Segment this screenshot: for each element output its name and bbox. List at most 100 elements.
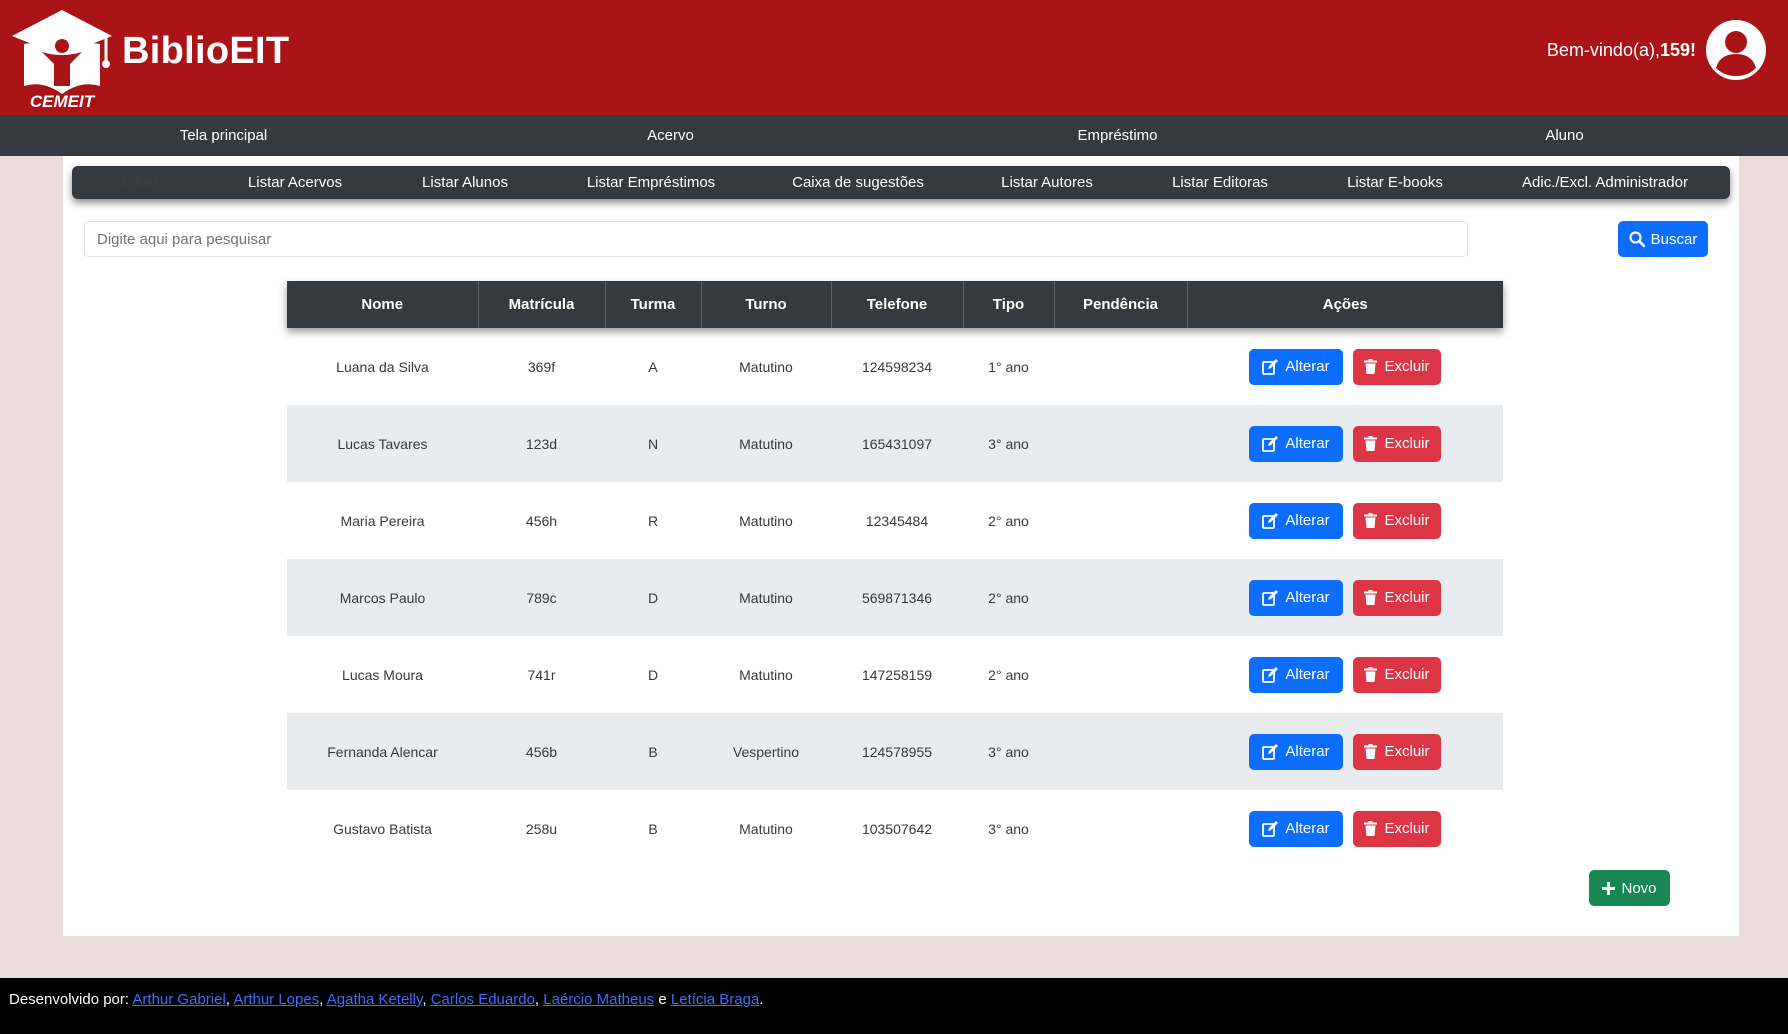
excluir-button[interactable]: Excluir [1353, 502, 1441, 539]
subnav-listar-alunos[interactable]: Listar Alunos [422, 166, 508, 199]
search-button[interactable]: Buscar [1618, 221, 1708, 257]
subnav-inicio[interactable]: Início [122, 166, 158, 199]
footer: Desenvolvido por: Arthur Gabriel, Arthur… [0, 978, 1788, 1034]
cell-nome: Fernanda Alencar [287, 713, 478, 790]
excluir-label: Excluir [1384, 589, 1430, 606]
table-row: Lucas Moura 741r D Matutino 147258159 2° ano A… [287, 636, 1503, 713]
alterar-button[interactable]: Alterar [1249, 656, 1343, 693]
cell-pendencia [1054, 482, 1187, 559]
table-row: Gustavo Batista 258u B Matutino 103507642 3° … [287, 790, 1503, 867]
cell-matricula: 789c [478, 559, 605, 636]
alterar-button[interactable]: Alterar [1249, 810, 1343, 847]
cell-acoes: Alterar Excluir [1187, 790, 1503, 867]
subnav-listar-ebooks[interactable]: Listar E-books [1347, 166, 1443, 199]
cell-nome: Gustavo Batista [333, 820, 432, 837]
col-header: Turma [604, 281, 701, 328]
table-row: Maria Pereira 456h R Matutino 12345484 2° ano… [287, 482, 1503, 559]
content-panel: Início Listar Acervos Listar Alunos List… [63, 156, 1739, 936]
cell-telefone: 124578955 [831, 713, 963, 790]
excluir-button[interactable]: Excluir [1353, 579, 1441, 616]
cell-pendencia [1054, 559, 1187, 636]
excluir-label: Excluir [1384, 512, 1430, 529]
cell-acoes: Alterar Excluir [1187, 713, 1503, 790]
students-table: Nome Matrícula Turma Turno Telefone Tipo… [287, 281, 1503, 867]
footer-prefix: Desenvolvido por: [9, 991, 130, 1008]
cell-telefone: 12345484 [865, 512, 929, 529]
cell-turno: Matutino [701, 405, 831, 482]
alterar-button[interactable]: Alterar [1249, 579, 1343, 616]
cell-nome: Luana da Silva [336, 358, 429, 375]
subnav-listar-acervos[interactable]: Listar Acervos [248, 166, 342, 199]
excluir-button[interactable]: Excluir [1353, 733, 1441, 770]
footer-link-dev[interactable]: Agatha Ketelly [327, 991, 423, 1008]
excluir-button[interactable]: Excluir [1353, 348, 1441, 385]
cell-turma: A [648, 358, 658, 375]
trash-icon [1364, 436, 1378, 451]
cell-turma: B [648, 820, 658, 837]
subnav-listar-editoras[interactable]: Listar Editoras [1172, 166, 1268, 199]
table-header-row: Nome Matrícula Turma Turno Telefone Tipo… [287, 281, 1503, 328]
footer-link-dev[interactable]: Letícia Braga [671, 991, 759, 1008]
nav-aluno[interactable]: Aluno [1341, 115, 1788, 156]
search-input[interactable] [84, 221, 1468, 257]
nav-emprestimo[interactable]: Empréstimo [894, 115, 1341, 156]
cell-turno: Matutino [739, 820, 793, 837]
cell-turma: D [647, 666, 659, 683]
col-header: Pendência [1053, 281, 1187, 328]
search-button-label: Buscar [1650, 230, 1698, 248]
cell-acoes: Alterar Excluir [1187, 482, 1503, 559]
footer-link-dev[interactable]: Laércio Matheus [543, 991, 654, 1008]
cell-nome: Lucas Tavares [287, 405, 478, 482]
footer-link-dev[interactable]: Arthur Lopes [233, 991, 319, 1008]
excluir-label: Excluir [1384, 666, 1430, 683]
alterar-button[interactable]: Alterar [1249, 425, 1343, 462]
subnav-caixa-sugestoes[interactable]: Caixa de sugestões [792, 166, 924, 199]
cell-acoes: Alterar Excluir [1187, 636, 1503, 713]
alterar-label: Alterar [1285, 358, 1330, 375]
nav-acervo[interactable]: Acervo [447, 115, 894, 156]
user-avatar-icon[interactable] [1706, 20, 1766, 80]
cell-pendencia [1054, 328, 1187, 405]
edit-icon [1262, 743, 1279, 760]
col-header: Matrícula [477, 281, 605, 328]
cemeit-logo: CEMEIT [12, 10, 112, 110]
subnav-listar-emprestimos[interactable]: Listar Empréstimos [587, 166, 715, 199]
subnav-listar-autores[interactable]: Listar Autores [1001, 166, 1093, 199]
cell-turno: Matutino [739, 666, 793, 683]
alterar-button[interactable]: Alterar [1249, 733, 1343, 770]
col-header: Ações [1186, 281, 1503, 328]
cell-tipo: 2° ano [988, 512, 1029, 529]
cell-matricula: 369f [527, 358, 556, 375]
alterar-button[interactable]: Alterar [1249, 348, 1343, 385]
edit-icon [1262, 820, 1279, 837]
alterar-button[interactable]: Alterar [1249, 502, 1343, 539]
col-header: Telefone [830, 281, 963, 328]
trash-icon [1364, 744, 1378, 759]
trash-icon [1364, 590, 1378, 605]
cell-tipo: 1° ano [988, 358, 1029, 375]
plus-icon [1602, 881, 1616, 895]
excluir-button[interactable]: Excluir [1353, 425, 1441, 462]
cell-turma: N [605, 405, 701, 482]
footer-link-dev[interactable]: Carlos Eduardo [431, 991, 535, 1008]
cell-matricula: 456h [525, 512, 558, 529]
nav-tela-principal[interactable]: Tela principal [0, 115, 447, 156]
cell-matricula: 741r [527, 666, 556, 683]
edit-icon [1262, 512, 1279, 529]
alterar-label: Alterar [1285, 512, 1330, 529]
cell-pendencia [1054, 713, 1187, 790]
cell-nome: Lucas Moura [342, 666, 423, 683]
cell-acoes: Alterar Excluir [1187, 405, 1503, 482]
subnav-adic-excl-admin[interactable]: Adic./Excl. Administrador [1522, 166, 1688, 199]
footer-link-dev[interactable]: Arthur Gabriel [132, 991, 225, 1008]
col-header: Tipo [962, 281, 1054, 328]
edit-icon [1262, 666, 1279, 683]
welcome-user: 159! [1659, 40, 1696, 60]
excluir-button[interactable]: Excluir [1353, 810, 1441, 847]
cell-matricula: 258u [525, 820, 558, 837]
cell-acoes: Alterar Excluir [1187, 328, 1503, 405]
excluir-button[interactable]: Excluir [1353, 656, 1441, 693]
cell-turma: B [605, 713, 701, 790]
novo-button[interactable]: Novo [1589, 870, 1670, 906]
alterar-label: Alterar [1285, 820, 1330, 837]
